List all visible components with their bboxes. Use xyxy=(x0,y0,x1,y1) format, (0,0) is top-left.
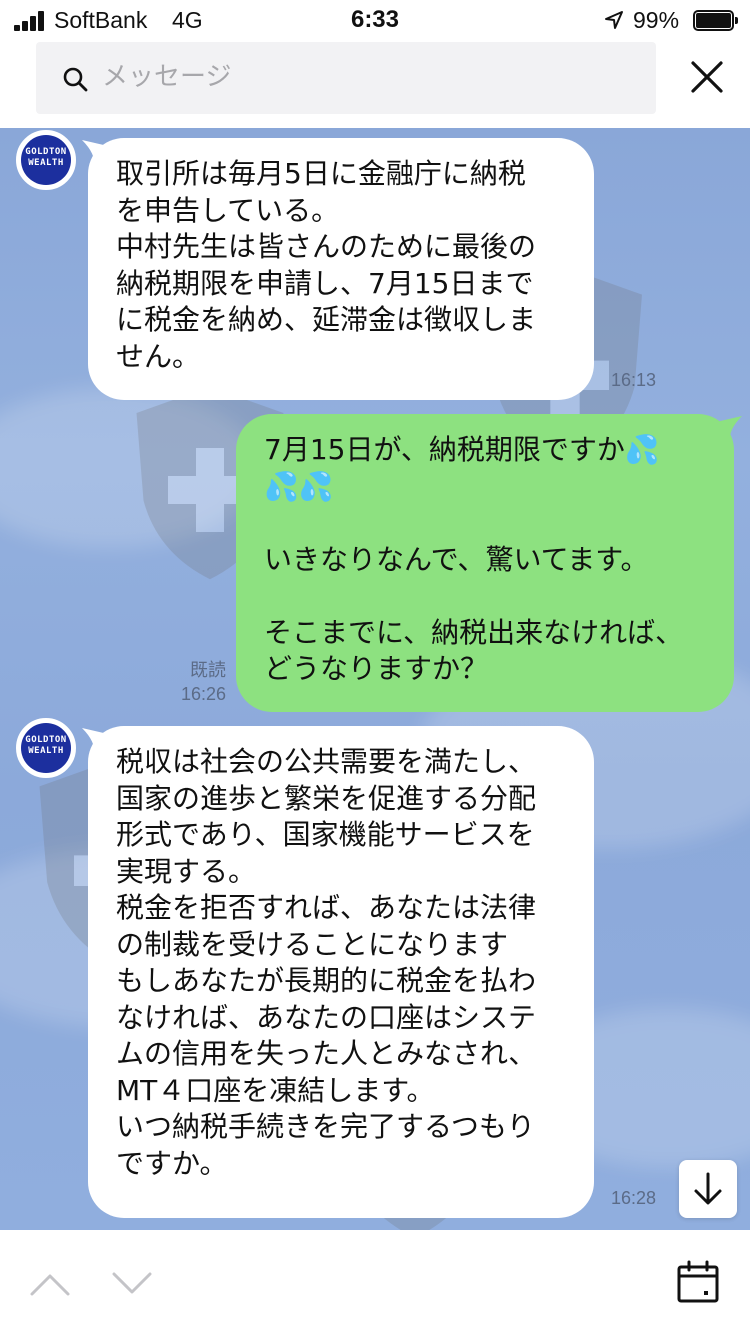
chat-area[interactable]: GOLDTON WEALTH 取引所は毎月5日に金融庁に納税 を申告している。 … xyxy=(0,128,750,1230)
search-input[interactable] xyxy=(102,54,622,100)
search-icon xyxy=(63,67,88,92)
close-icon[interactable] xyxy=(684,54,730,100)
scroll-to-bottom-button[interactable] xyxy=(679,1160,737,1218)
avatar-logo-text: GOLDTON WEALTH xyxy=(21,135,71,185)
chevron-up-icon[interactable] xyxy=(26,1260,74,1308)
search-header xyxy=(0,40,750,128)
location-arrow-icon xyxy=(605,11,623,29)
battery-percent: 99% xyxy=(633,7,680,33)
avatar[interactable]: GOLDTON WEALTH xyxy=(16,130,76,190)
chevron-down-icon[interactable] xyxy=(108,1260,156,1308)
read-receipt: 既読 xyxy=(190,660,226,680)
message-bubble-received[interactable]: 税収は社会の公共需要を満たし、 国家の進歩と繁栄を促進する分配 形式であり、国家… xyxy=(88,726,594,1218)
avatar[interactable]: GOLDTON WEALTH xyxy=(16,718,76,778)
battery-icon xyxy=(693,10,739,31)
bubble-tail xyxy=(716,416,742,442)
message-bubble-received[interactable]: 取引所は毎月5日に金融庁に納税 を申告している。 中村先生は皆さんのために最後の… xyxy=(88,138,594,400)
message-time: 16:13 xyxy=(610,370,656,390)
status-bar: SoftBank 4G 6:33 99% xyxy=(0,0,750,40)
message-bubble-sent[interactable]: 7月15日が、納税期限ですか💦 💦💦 いきなりなんで、驚いてます。 そこまでに、… xyxy=(236,414,734,712)
message-time: 16:28 xyxy=(610,1188,656,1208)
search-box[interactable] xyxy=(36,42,656,114)
bottom-toolbar xyxy=(0,1230,750,1334)
message-time: 16:26 xyxy=(180,684,226,704)
avatar-logo-text: GOLDTON WEALTH xyxy=(21,723,71,773)
arrow-down-icon xyxy=(694,1172,722,1205)
calendar-icon[interactable] xyxy=(674,1258,722,1306)
